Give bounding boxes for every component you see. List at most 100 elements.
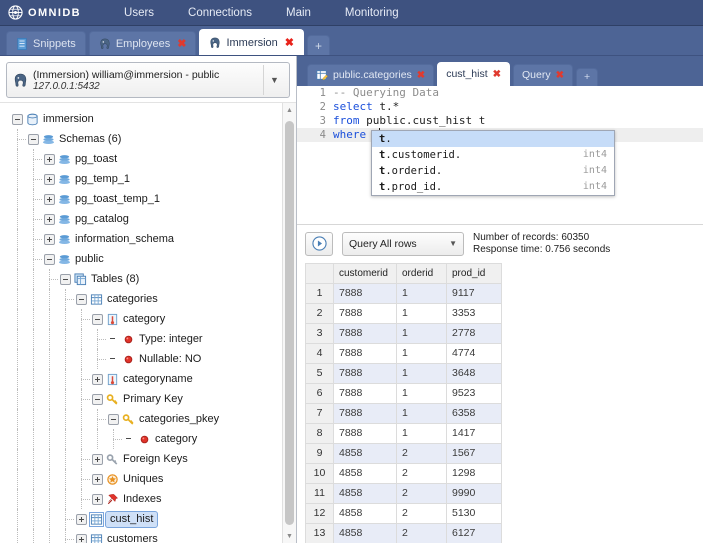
cell-orderid[interactable]: 1	[396, 362, 447, 384]
table-row[interactable]: 1 7888 1 9117	[305, 282, 502, 304]
cell-customerid[interactable]: 7888	[333, 302, 397, 324]
cell-orderid[interactable]: 2	[396, 522, 447, 543]
column-header-prod-id[interactable]: prod_id	[446, 262, 502, 284]
tree-scrollbar[interactable]: ▲ ▼	[282, 103, 296, 543]
tree-expand-icon[interactable]	[44, 173, 55, 185]
table-row[interactable]: 5 7888 1 3648	[305, 362, 502, 384]
autocomplete-popup[interactable]: t. t.customerid. int4 t.orderid. int4 t.prod_…	[371, 129, 615, 196]
tree-collapse-icon[interactable]	[108, 413, 119, 425]
scrollbar-thumb[interactable]	[285, 121, 294, 525]
tree-expand-icon[interactable]	[44, 153, 55, 165]
tree-node-customers[interactable]: customers	[4, 529, 282, 543]
tree-expand-icon[interactable]	[92, 493, 103, 505]
cell-customerid[interactable]: 7888	[333, 402, 397, 424]
nav-link-users[interactable]: Users	[107, 0, 171, 26]
table-row[interactable]: 4 7888 1 4774	[305, 342, 502, 364]
scroll-down-icon[interactable]: ▼	[283, 529, 296, 543]
cell-prod_id[interactable]: 9523	[446, 382, 502, 404]
outer-tab-add-button[interactable]: +	[307, 35, 331, 55]
cell-customerid[interactable]: 4858	[333, 462, 397, 484]
cell-orderid[interactable]: 1	[396, 422, 447, 444]
tree-node-categoryname[interactable]: categoryname	[4, 369, 282, 389]
tree-node-nullable-no[interactable]: Nullable: NO	[4, 349, 282, 369]
cell-prod_id[interactable]: 6127	[446, 522, 502, 543]
cell-orderid[interactable]: 1	[396, 302, 447, 324]
cell-customerid[interactable]: 4858	[333, 442, 397, 464]
cell-prod_id[interactable]: 3353	[446, 302, 502, 324]
cell-orderid[interactable]: 2	[396, 502, 447, 524]
column-header-customerid[interactable]: customerid	[333, 262, 397, 284]
tree-node-pg-toast-temp-1[interactable]: pg_toast_temp_1	[4, 189, 282, 209]
cell-orderid[interactable]: 1	[396, 382, 447, 404]
cell-orderid[interactable]: 2	[396, 442, 447, 464]
code-text[interactable]: from public.cust_hist t	[333, 114, 485, 127]
cell-orderid[interactable]: 2	[396, 482, 447, 504]
column-header-orderid[interactable]: orderid	[396, 262, 447, 284]
tree-expand-icon[interactable]	[44, 193, 55, 205]
outer-tab-snippets[interactable]: Snippets	[6, 31, 86, 55]
tree-collapse-icon[interactable]	[12, 113, 23, 125]
table-row[interactable]: 9 4858 2 1567	[305, 442, 502, 464]
table-row[interactable]: 12 4858 2 5130	[305, 502, 502, 524]
tree-node-pg-catalog[interactable]: pg_catalog	[4, 209, 282, 229]
cell-prod_id[interactable]: 1417	[446, 422, 502, 444]
inner-tab-close-icon[interactable]: ✖	[556, 70, 564, 81]
nav-link-connections[interactable]: Connections	[171, 0, 269, 26]
cell-customerid[interactable]: 4858	[333, 522, 397, 543]
tree-expand-icon[interactable]	[92, 373, 103, 385]
inner-tab-close-icon[interactable]: ✖	[493, 69, 501, 80]
cell-orderid[interactable]: 1	[396, 322, 447, 344]
tree-node-schemas-6[interactable]: Schemas (6)	[4, 129, 282, 149]
table-row[interactable]: 11 4858 2 9990	[305, 482, 502, 504]
tree-expand-icon[interactable]	[92, 473, 103, 485]
tree-collapse-icon[interactable]	[92, 313, 103, 325]
autocomplete-item[interactable]: t.orderid. int4	[372, 163, 614, 179]
outer-tab-employees[interactable]: Employees ✖	[88, 31, 197, 55]
results-grid-container[interactable]: customerid orderid prod_id 1 7888 1 9117 2 78…	[297, 262, 703, 543]
tree-node-uniques[interactable]: Uniques	[4, 469, 282, 489]
autocomplete-item[interactable]: t.	[372, 130, 614, 147]
table-row[interactable]: 3 7888 1 2778	[305, 322, 502, 344]
tree-node-categories-pkey[interactable]: categories_pkey	[4, 409, 282, 429]
tree-node-indexes[interactable]: Indexes	[4, 489, 282, 509]
tree-node-pg-toast[interactable]: pg_toast	[4, 149, 282, 169]
cell-prod_id[interactable]: 2778	[446, 322, 502, 344]
tree-expand-icon[interactable]	[76, 533, 87, 543]
tree-node-tables-8[interactable]: Tables (8)	[4, 269, 282, 289]
inner-tab-add-button[interactable]: +	[576, 67, 599, 86]
table-row[interactable]: 10 4858 2 1298	[305, 462, 502, 484]
tree-node-category[interactable]: category	[4, 309, 282, 329]
outer-tab-close-icon[interactable]: ✖	[285, 36, 294, 49]
tree-node-type-integer[interactable]: Type: integer	[4, 329, 282, 349]
table-row[interactable]: 13 4858 2 6127	[305, 522, 502, 543]
connection-selector[interactable]: (Immersion) william@immersion - public 1…	[6, 62, 290, 98]
cell-prod_id[interactable]: 1567	[446, 442, 502, 464]
cell-prod_id[interactable]: 4774	[446, 342, 502, 364]
tree-node-categories[interactable]: categories	[4, 289, 282, 309]
cell-customerid[interactable]: 7888	[333, 342, 397, 364]
tree-node-public[interactable]: public	[4, 249, 282, 269]
sql-editor[interactable]: 1 -- Querying Data 2 select t.* 3 from public…	[297, 85, 703, 225]
cell-prod_id[interactable]: 9990	[446, 482, 502, 504]
outer-tab-immersion[interactable]: Immersion ✖	[199, 29, 305, 55]
table-row[interactable]: 6 7888 1 9523	[305, 382, 502, 404]
cell-customerid[interactable]: 7888	[333, 322, 397, 344]
outer-tab-close-icon[interactable]: ✖	[177, 37, 186, 50]
nav-link-monitoring[interactable]: Monitoring	[328, 0, 416, 26]
tree-node-category[interactable]: category	[4, 429, 282, 449]
autocomplete-item[interactable]: t.customerid. int4	[372, 147, 614, 163]
cell-customerid[interactable]: 7888	[333, 382, 397, 404]
table-row[interactable]: 2 7888 1 3353	[305, 302, 502, 324]
inner-tab-public-categories[interactable]: public.categories ✖	[307, 63, 435, 86]
tree-collapse-icon[interactable]	[76, 293, 87, 305]
tree-node-immersion[interactable]: immersion	[4, 109, 282, 129]
nav-link-main[interactable]: Main	[269, 0, 328, 26]
tree-node-primary-key[interactable]: Primary Key	[4, 389, 282, 409]
table-row[interactable]: 7 7888 1 6358	[305, 402, 502, 424]
cell-prod_id[interactable]: 6358	[446, 402, 502, 424]
run-query-button[interactable]	[305, 231, 333, 256]
cell-customerid[interactable]: 7888	[333, 282, 397, 304]
scroll-up-icon[interactable]: ▲	[283, 103, 296, 117]
chevron-down-icon[interactable]: ▼	[263, 65, 285, 95]
tree-collapse-icon[interactable]	[60, 273, 71, 285]
